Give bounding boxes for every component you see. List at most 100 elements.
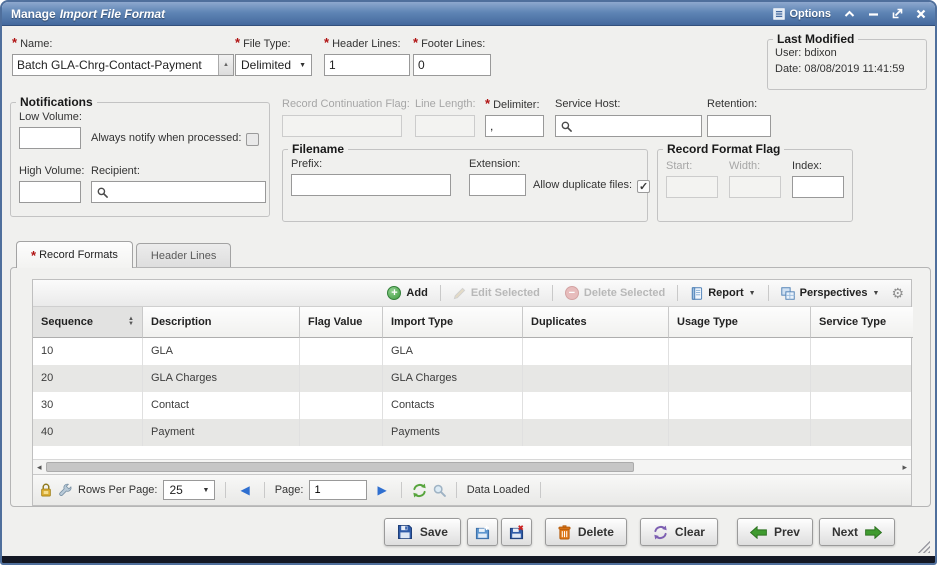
column-header-service-type[interactable]: Service Type <box>811 307 913 338</box>
last-modified-user: User: bdixon <box>775 47 837 59</box>
window-bottom-edge <box>2 556 935 563</box>
column-header-description[interactable]: Description <box>143 307 300 338</box>
cell-duplicates <box>523 392 669 419</box>
edit-selected-label: Edit Selected <box>471 287 540 299</box>
collapse-button[interactable] <box>844 10 855 18</box>
table-row[interactable]: 10 GLA GLA <box>33 338 911 365</box>
grid-status-text: Data Loaded <box>467 484 530 496</box>
grid-body: 10 GLA GLA 20 GLA Charges GLA Charges <box>33 338 911 459</box>
lock-icon[interactable] <box>40 483 52 497</box>
grid-header-row: Sequence ▲▼ Description Flag Value Impor… <box>33 307 911 338</box>
service-host-lookup-input[interactable] <box>555 115 702 137</box>
cell-flag-value <box>300 392 383 419</box>
scroll-left-arrow-icon[interactable]: ◂ <box>37 460 42 474</box>
name-spinner-button[interactable]: ▲ <box>218 55 233 75</box>
required-marker: * <box>324 35 329 50</box>
prev-button[interactable]: Prev <box>737 518 813 546</box>
delimiter-field: *Delimiter: <box>485 98 544 137</box>
scroll-right-arrow-icon[interactable]: ▸ <box>902 460 907 474</box>
tab-strip: * Record Formats Header Lines <box>16 241 231 267</box>
file-type-value: Delimited <box>241 58 291 72</box>
cell-service-type <box>811 419 911 446</box>
clear-button[interactable]: Clear <box>640 518 718 546</box>
page-number-input[interactable] <box>309 480 367 500</box>
sort-icon: ▲▼ <box>128 317 134 327</box>
retention-input[interactable] <box>707 115 771 137</box>
minimize-icon <box>868 10 879 18</box>
scrollbar-thumb[interactable] <box>46 462 634 472</box>
required-marker: * <box>485 96 490 111</box>
column-header-import-type[interactable]: Import Type <box>383 307 523 338</box>
refresh-icon[interactable] <box>412 483 427 498</box>
popout-button[interactable] <box>892 8 903 19</box>
window-titlebar[interactable]: Manage Import File Format Options <box>2 2 935 26</box>
cell-import-type: Payments <box>383 419 523 446</box>
last-modified-fieldset: Last Modified User: bdixon Date: 08/08/2… <box>767 32 927 90</box>
perspectives-button[interactable]: Perspectives ▼ <box>776 287 885 300</box>
save-and-close-button[interactable] <box>501 518 532 546</box>
rows-per-page-select[interactable]: 25 ▼ <box>163 480 215 500</box>
tab-record-formats[interactable]: * Record Formats <box>16 241 133 268</box>
high-volume-input[interactable] <box>19 181 81 203</box>
horizontal-scrollbar[interactable]: ◂ ▸ <box>33 459 911 474</box>
footer-lines-input[interactable] <box>413 54 491 76</box>
line-length-input <box>415 115 475 137</box>
report-button[interactable]: Report ▼ <box>685 287 760 300</box>
column-header-sequence[interactable]: Sequence ▲▼ <box>33 307 143 338</box>
tab-header-lines-label: Header Lines <box>151 250 216 262</box>
next-button[interactable]: Next <box>819 518 895 546</box>
record-format-flag-fieldset: Record Format Flag Start: Width: Index: <box>657 142 853 222</box>
low-volume-label: Low Volume: <box>19 111 82 126</box>
wrench-icon[interactable] <box>58 483 72 497</box>
delimiter-input[interactable] <box>485 115 544 137</box>
file-type-select[interactable]: Delimited ▼ <box>235 54 312 76</box>
tab-header-lines[interactable]: Header Lines <box>136 243 231 267</box>
add-button[interactable]: + Add <box>382 286 432 300</box>
previous-page-arrow-icon[interactable]: ◀ <box>236 483 253 497</box>
chevron-down-icon: ▼ <box>749 290 756 297</box>
last-modified-legend: Last Modified <box>773 32 858 46</box>
minimize-button[interactable] <box>868 10 879 18</box>
chevron-down-icon: ▼ <box>873 290 880 297</box>
delete-selected-button: − Delete Selected <box>560 286 670 300</box>
extension-input[interactable] <box>469 174 526 196</box>
spinner-up-icon: ▲ <box>223 62 229 68</box>
close-button[interactable] <box>916 9 926 19</box>
gear-icon[interactable]: ⚙ <box>891 286 904 300</box>
footer-lines-label: *Footer Lines: <box>413 37 491 52</box>
next-button-label: Next <box>832 525 858 539</box>
recipient-lookup-input[interactable] <box>91 181 266 203</box>
window-title-prefix: Manage <box>11 7 56 21</box>
index-input[interactable] <box>792 176 844 198</box>
cell-duplicates <box>523 419 669 446</box>
allow-duplicate-files-checkbox[interactable]: ✓ <box>637 180 650 193</box>
window-title: Manage Import File Format <box>11 7 165 21</box>
header-lines-input[interactable] <box>324 54 410 76</box>
name-input[interactable] <box>12 54 234 76</box>
delete-button[interactable]: Delete <box>545 518 627 546</box>
record-format-flag-legend: Record Format Flag <box>663 142 784 156</box>
cell-description: GLA <box>143 338 300 365</box>
table-row[interactable]: 30 Contact Contacts <box>33 392 911 419</box>
always-notify-checkbox[interactable] <box>246 133 259 146</box>
column-header-duplicates[interactable]: Duplicates <box>523 307 669 338</box>
table-row[interactable]: 40 Payment Payments <box>33 419 911 446</box>
grid-toolbar: + Add Edit Selected − Delete Selected Re… <box>33 280 911 307</box>
cell-duplicates <box>523 338 669 365</box>
next-page-arrow-icon[interactable]: ▶ <box>373 483 390 497</box>
last-modified-date: Date: 08/08/2019 11:41:59 <box>775 63 904 75</box>
rows-per-page-label: Rows Per Page: <box>78 484 157 496</box>
perspectives-button-label: Perspectives <box>800 287 868 299</box>
extension-label: Extension: <box>469 158 520 173</box>
prefix-input[interactable] <box>291 174 451 196</box>
save-button[interactable]: Save <box>384 518 461 546</box>
cell-usage-type <box>669 392 811 419</box>
column-header-usage-type[interactable]: Usage Type <box>669 307 811 338</box>
options-button[interactable]: Options <box>773 8 831 20</box>
cell-service-type <box>811 365 911 392</box>
save-and-new-button[interactable] <box>467 518 498 546</box>
window-title-emphasis: Import File Format <box>60 7 165 21</box>
low-volume-input[interactable] <box>19 127 81 149</box>
column-header-flag-value[interactable]: Flag Value <box>300 307 383 338</box>
table-row[interactable]: 20 GLA Charges GLA Charges <box>33 365 911 392</box>
